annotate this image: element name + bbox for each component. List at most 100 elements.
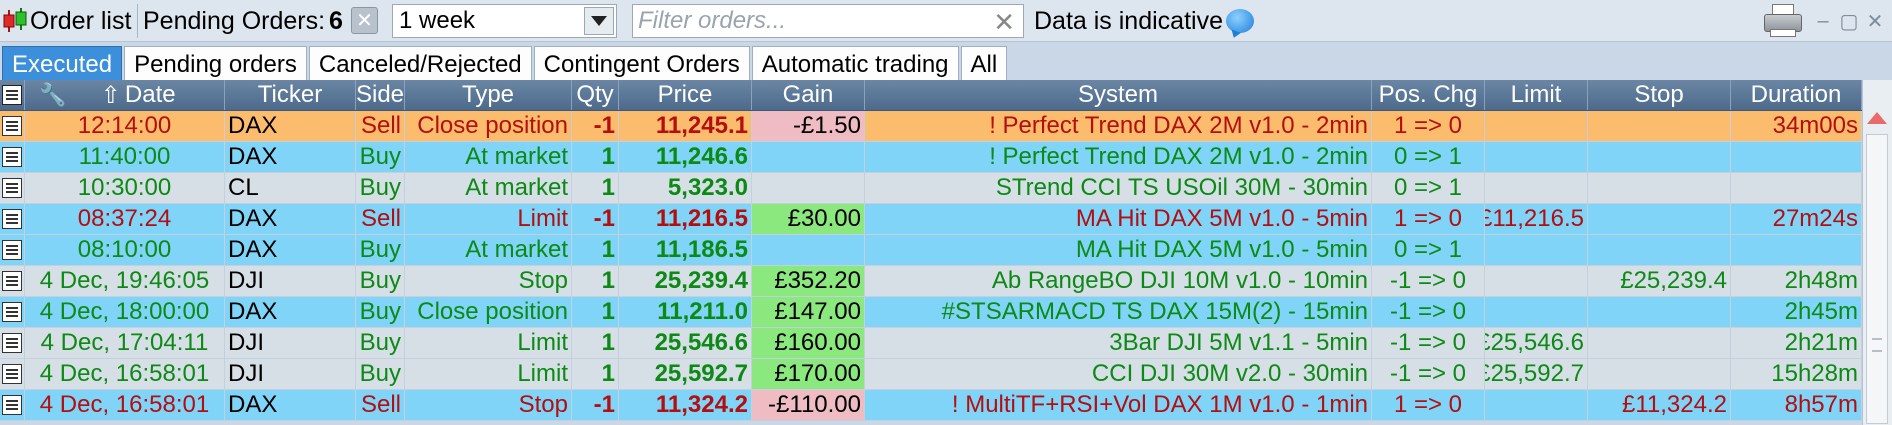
scroll-up-icon[interactable] xyxy=(1867,112,1887,124)
ticker-cell: DAX xyxy=(225,235,356,265)
column-header-date[interactable]: 🔧 ⇧ Date xyxy=(25,80,225,110)
limit-cell xyxy=(1485,266,1588,296)
date-cell: 10:30:00 xyxy=(25,173,225,203)
stop-cell xyxy=(1588,297,1731,327)
minimize-icon[interactable]: – xyxy=(1812,10,1834,32)
period-select[interactable]: 1 week xyxy=(392,4,617,38)
table-row[interactable]: 08:10:00 DAX Buy At market 1 11,186.5 MA Hit D… xyxy=(0,235,1862,266)
print-icon[interactable] xyxy=(1762,4,1804,38)
gain-cell: -£110.00 xyxy=(752,390,865,420)
order-details-icon[interactable] xyxy=(0,235,25,265)
tab-executed[interactable]: Executed xyxy=(2,46,123,82)
data-indicative-text: Data is indicative xyxy=(1034,6,1223,35)
order-details-icon[interactable] xyxy=(0,297,25,327)
duration-cell xyxy=(1731,235,1862,265)
qty-cell: 1 xyxy=(572,235,619,265)
qty-cell: -1 xyxy=(572,111,619,141)
scrollbar-grip xyxy=(1872,338,1882,352)
table-row[interactable]: 4 Dec, 16:58:01 DJI Buy Limit 1 25,592.7 £170.… xyxy=(0,359,1862,390)
column-header-pos-chg[interactable]: Pos. Chg xyxy=(1372,80,1485,110)
close-window-icon[interactable]: ✕ xyxy=(1864,10,1886,33)
type-cell: At market xyxy=(405,142,572,172)
type-cell: Limit xyxy=(405,359,572,389)
tab-pending-orders[interactable]: Pending orders xyxy=(124,46,307,82)
qty-cell: 1 xyxy=(572,173,619,203)
toolbar: Order list Pending Orders: 6 ✕ 1 week ✕ … xyxy=(0,0,1892,42)
table-row[interactable]: 08:37:24 DAX Sell Limit -1 11,216.5 £30.00 MA H… xyxy=(0,204,1862,235)
ticker-cell: CL xyxy=(225,173,356,203)
qty-cell: 1 xyxy=(572,266,619,296)
type-cell: Close position xyxy=(405,111,572,141)
order-details-icon[interactable] xyxy=(0,390,25,420)
price-cell: 11,246.6 xyxy=(619,142,752,172)
column-header-stop[interactable]: Stop xyxy=(1588,80,1731,110)
order-details-icon[interactable] xyxy=(0,328,25,358)
dropdown-arrow-button[interactable] xyxy=(584,7,614,35)
side-cell: Buy xyxy=(356,297,405,327)
price-cell: 11,186.5 xyxy=(619,235,752,265)
column-header-qty[interactable]: Qty xyxy=(572,80,619,110)
duration-cell: 8h57m xyxy=(1731,390,1862,420)
table-row[interactable]: 4 Dec, 19:46:05 DJI Buy Stop 1 25,239.4 £352.2… xyxy=(0,266,1862,297)
system-cell: MA Hit DAX 5M v1.0 - 5min xyxy=(865,204,1372,234)
side-cell: Buy xyxy=(356,359,405,389)
column-header-side[interactable]: Side xyxy=(356,80,405,110)
gain-cell: £147.00 xyxy=(752,297,865,327)
column-header-ticker[interactable]: Ticker xyxy=(225,80,356,110)
type-cell: Limit xyxy=(405,328,572,358)
column-header-limit[interactable]: Limit xyxy=(1485,80,1588,110)
info-bubble-icon[interactable] xyxy=(1225,9,1254,33)
sort-up-icon: ⇧ xyxy=(100,81,121,109)
scrollbar-thumb[interactable] xyxy=(1866,134,1888,424)
filter-orders-field[interactable]: ✕ xyxy=(632,4,1024,38)
date-cell: 12:14:00 xyxy=(25,111,225,141)
table-row[interactable]: 4 Dec, 16:58:01 DAX Sell Stop -1 11,324.2 -£11… xyxy=(0,390,1862,421)
stop-cell xyxy=(1588,142,1731,172)
pos-chg-cell: -1 => 0 xyxy=(1372,359,1485,389)
order-details-icon[interactable] xyxy=(0,266,25,296)
date-cell: 4 Dec, 16:58:01 xyxy=(25,359,225,389)
candlestick-icon xyxy=(0,0,30,42)
side-cell: Sell xyxy=(356,111,405,141)
order-details-icon[interactable] xyxy=(0,111,25,141)
table-row[interactable]: 11:40:00 DAX Buy At market 1 11,246.6 ! Perfec… xyxy=(0,142,1862,173)
type-cell: At market xyxy=(405,235,572,265)
vertical-scrollbar[interactable] xyxy=(1862,80,1892,425)
order-tabs: Executed Pending orders Canceled/Rejected C… xyxy=(0,42,1892,82)
column-header-type[interactable]: Type xyxy=(405,80,572,110)
column-header-system[interactable]: System xyxy=(865,80,1372,110)
column-header-duration[interactable]: Duration xyxy=(1731,80,1862,110)
filter-orders-input[interactable] xyxy=(638,7,968,35)
clear-filter-icon[interactable]: ✕ xyxy=(993,7,1015,38)
ticker-cell: DJI xyxy=(225,266,356,296)
order-details-icon[interactable] xyxy=(0,359,25,389)
tab-canceled-rejected[interactable]: Canceled/Rejected xyxy=(308,46,532,82)
table-row[interactable]: 10:30:00 CL Buy At market 1 5,323.0 STrend CCI… xyxy=(0,173,1862,204)
side-cell: Buy xyxy=(356,235,405,265)
tab-contingent-orders[interactable]: Contingent Orders xyxy=(533,46,750,82)
data-indicative-notice: Data is indicative xyxy=(1034,0,1254,42)
window-controls: – ▢ ✕ xyxy=(1762,0,1892,42)
side-cell: Sell xyxy=(356,204,405,234)
table-row[interactable]: 4 Dec, 17:04:11 DJI Buy Limit 1 25,546.6 £160.… xyxy=(0,328,1862,359)
duration-cell xyxy=(1731,173,1862,203)
column-menu-icon[interactable] xyxy=(0,80,25,110)
maximize-icon[interactable]: ▢ xyxy=(1838,10,1860,33)
wrench-icon[interactable]: 🔧 xyxy=(39,82,66,108)
gain-cell: £30.00 xyxy=(752,204,865,234)
clear-pending-button[interactable]: ✕ xyxy=(351,7,378,34)
table-row[interactable]: 4 Dec, 18:00:00 DAX Buy Close position 1 11,2… xyxy=(0,297,1862,328)
order-details-icon[interactable] xyxy=(0,142,25,172)
limit-cell: £11,216.5 xyxy=(1485,204,1588,234)
pos-chg-cell: 0 => 1 xyxy=(1372,235,1485,265)
tab-all[interactable]: All xyxy=(960,46,1008,82)
column-header-price[interactable]: Price xyxy=(619,80,752,110)
column-header-gain[interactable]: Gain xyxy=(752,80,865,110)
limit-cell: £25,592.7 xyxy=(1485,359,1588,389)
table-row[interactable]: 12:14:00 DAX Sell Close position -1 11,245.1-… xyxy=(0,111,1862,142)
order-details-icon[interactable] xyxy=(0,173,25,203)
duration-cell xyxy=(1731,142,1862,172)
date-cell: 11:40:00 xyxy=(25,142,225,172)
tab-automatic-trading[interactable]: Automatic trading xyxy=(751,46,959,82)
order-details-icon[interactable] xyxy=(0,204,25,234)
